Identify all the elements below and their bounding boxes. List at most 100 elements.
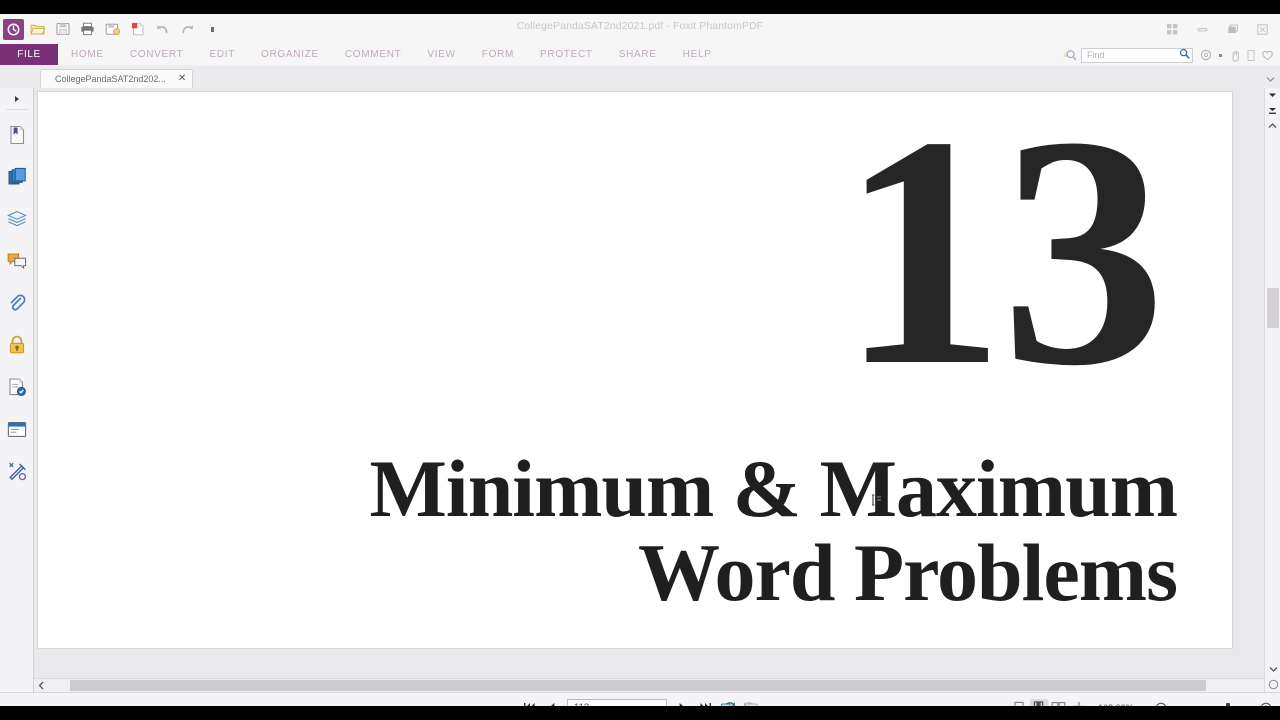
continuous-page-icon[interactable] [1029, 698, 1048, 706]
view-mode-group [1010, 698, 1088, 706]
foxit-phantompdf-window: CollegePandaSAT2nd2021.pdf - Foxit Phant… [0, 14, 1280, 706]
ribbon-tabs: HOME CONVERT EDIT ORGANIZE COMMENT VIEW … [58, 44, 725, 65]
redo-icon[interactable] [176, 18, 199, 41]
save-icon[interactable] [51, 18, 74, 41]
single-page-icon[interactable] [1010, 699, 1028, 706]
horizontal-scrollbar[interactable] [34, 678, 1264, 692]
dropdown-caret-icon[interactable] [1217, 52, 1224, 59]
page-title-line-1: Minimum & Maximum [369, 443, 1178, 534]
application-window: CollegePandaSAT2nd2021.pdf - Foxit Phant… [0, 0, 1280, 720]
facing-page-icon[interactable] [1050, 699, 1068, 706]
magnifier-icon[interactable] [1179, 46, 1190, 64]
sidebar-item-bookmarks[interactable] [0, 114, 34, 156]
tab-organize[interactable]: ORGANIZE [248, 44, 332, 65]
vertical-scrollbar[interactable] [1264, 88, 1280, 692]
search-placeholder: Find [1087, 50, 1105, 60]
sidebar-item-fields[interactable] [0, 408, 34, 450]
restore-icon[interactable] [1218, 17, 1246, 41]
page-title-line-2: Word Problems [638, 527, 1178, 618]
save-as-icon[interactable] [101, 18, 124, 41]
document-tab-label: CollegePandaSAT2nd202... [55, 74, 166, 84]
scroll-next-page-icon[interactable] [1265, 103, 1280, 118]
close-icon[interactable]: ✕ [178, 74, 186, 84]
document-tab[interactable]: CollegePandaSAT2nd202... ✕ [40, 69, 194, 88]
gear-circle-icon[interactable] [1200, 49, 1212, 61]
heart-icon[interactable] [1261, 49, 1274, 61]
scroll-options-icon[interactable] [1265, 677, 1280, 692]
prev-page-icon[interactable] [544, 699, 560, 706]
sidebar-item-page-thumbnails[interactable] [0, 156, 34, 198]
vertical-scroll-thumb[interactable] [1267, 288, 1279, 328]
vertical-scroll-bottom-controls [1265, 662, 1280, 692]
undo-icon[interactable] [151, 18, 174, 41]
tab-edit[interactable]: EDIT [196, 44, 248, 65]
tab-file[interactable]: FILE [0, 44, 58, 65]
chevron-down-icon[interactable]: ▾ [660, 704, 663, 706]
quick-access-toolbar [0, 18, 224, 41]
scroll-page-down-icon[interactable] [1265, 88, 1280, 103]
title-bar: CollegePandaSAT2nd2021.pdf - Foxit Phant… [0, 14, 1280, 44]
sidebar-item-stamps[interactable] [0, 450, 34, 492]
sidebar-item-digital-signatures[interactable] [0, 366, 34, 408]
scroll-left-icon[interactable] [34, 679, 48, 693]
tab-help[interactable]: HELP [670, 44, 725, 65]
rotate-left-icon[interactable] [743, 699, 759, 706]
hand-icon[interactable] [1229, 49, 1241, 62]
first-page-icon[interactable] [521, 699, 537, 706]
new-document-icon[interactable] [126, 18, 149, 41]
find-area: Find [1062, 44, 1274, 66]
document-workspace: 13 Minimum & Maximum Word Problems [0, 88, 1280, 692]
minimize-icon[interactable] [1188, 17, 1216, 41]
advanced-search-icon[interactable] [1062, 48, 1077, 62]
split-view-icon[interactable] [1070, 699, 1088, 706]
rotate-right-icon[interactable] [720, 699, 736, 706]
page-number-value: 113 [574, 702, 660, 706]
search-input[interactable]: Find [1081, 46, 1193, 64]
horizontal-scroll-track[interactable] [48, 679, 1264, 693]
tab-convert[interactable]: CONVERT [117, 44, 197, 65]
letterbox-top-bar [0, 0, 1280, 14]
grid-icon[interactable] [1158, 17, 1186, 41]
pdf-viewport[interactable]: 13 Minimum & Maximum Word Problems [34, 88, 1264, 692]
status-bar: 113 ▾ [0, 692, 1280, 706]
chevron-down-icon[interactable] [1266, 75, 1275, 85]
tab-form[interactable]: FORM [469, 44, 527, 65]
tab-view[interactable]: VIEW [414, 44, 468, 65]
pdf-page: 13 Minimum & Maximum Word Problems [38, 92, 1232, 648]
expand-arrow-icon[interactable] [0, 91, 34, 107]
letterbox-bottom-bar [0, 706, 1280, 720]
zoom-out-icon[interactable] [1154, 701, 1167, 706]
chevron-down-icon[interactable] [201, 18, 224, 41]
page-number-input[interactable]: 113 ▾ [567, 699, 667, 706]
tab-share[interactable]: SHARE [606, 44, 670, 65]
chapter-number: 13 [840, 92, 1166, 434]
zoom-separator: • [1144, 703, 1147, 707]
tab-protect[interactable]: PROTECT [527, 44, 606, 65]
scroll-down-icon[interactable] [1265, 662, 1280, 677]
ribbon-menu-bar: FILE HOME CONVERT EDIT ORGANIZE COMMENT … [0, 44, 1280, 66]
print-icon[interactable] [76, 18, 99, 41]
page-title: Minimum & Maximum Word Problems [203, 443, 1178, 618]
window-controls [1158, 14, 1276, 44]
last-page-icon[interactable] [697, 699, 713, 706]
sidebar-item-security[interactable] [0, 324, 34, 366]
document-tab-strip: CollegePandaSAT2nd202... ✕ [0, 66, 1280, 88]
sidebar-item-comments[interactable] [0, 240, 34, 282]
sidebar-item-attachments[interactable] [0, 282, 34, 324]
zoom-slider-thumb[interactable] [1226, 703, 1230, 706]
navigation-panel [0, 88, 34, 692]
find-tools [1197, 49, 1274, 62]
scroll-up-icon[interactable] [1265, 118, 1280, 133]
close-icon[interactable] [1248, 17, 1276, 41]
foxit-logo-icon[interactable] [3, 18, 24, 40]
zoom-level-value[interactable]: 168.00% [1095, 703, 1137, 707]
zoom-controls-group: 168.00% • [1010, 698, 1272, 707]
sidebar-item-layers[interactable] [0, 198, 34, 240]
next-page-icon[interactable] [674, 699, 690, 706]
horizontal-scroll-thumb[interactable] [70, 679, 1206, 691]
tab-home[interactable]: HOME [58, 44, 117, 65]
tab-comment[interactable]: COMMENT [332, 44, 415, 65]
zoom-in-icon[interactable] [1259, 701, 1272, 706]
open-folder-icon[interactable] [26, 18, 49, 41]
select-icon[interactable] [1246, 49, 1256, 62]
